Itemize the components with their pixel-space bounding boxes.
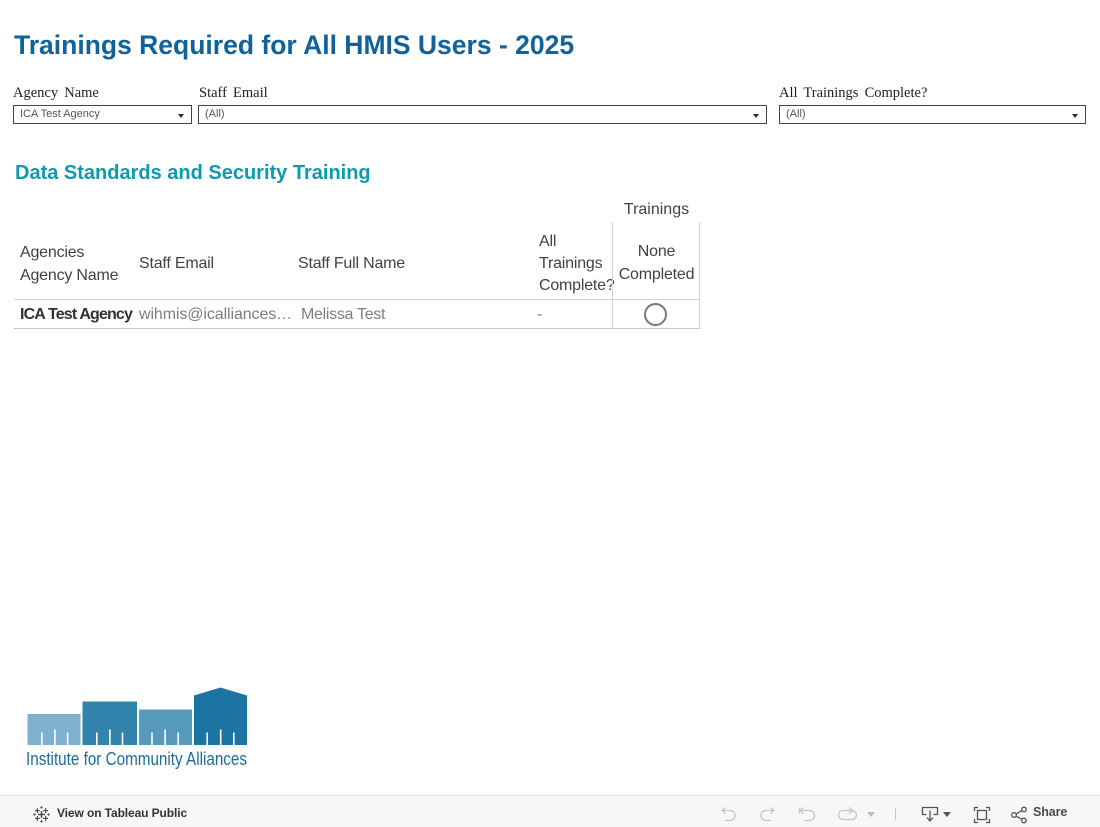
svg-text:Institute for Community Allian: Institute for Community Alliances [26, 749, 247, 769]
